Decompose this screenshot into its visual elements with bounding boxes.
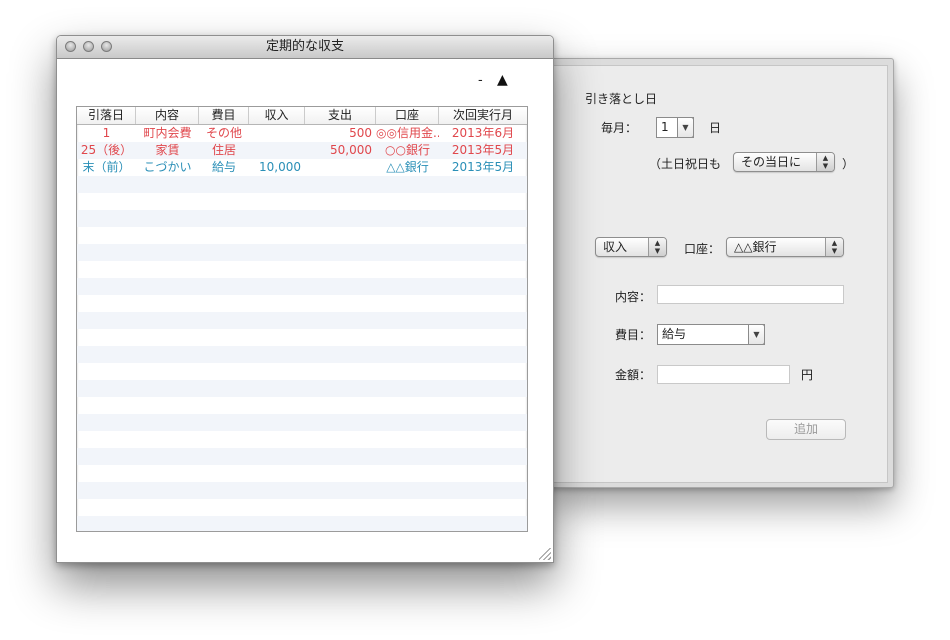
category-value: 給与 xyxy=(662,327,687,341)
table-row[interactable] xyxy=(77,312,527,329)
day-combo[interactable]: 1 ▼ xyxy=(656,117,694,138)
type-popup[interactable]: 収入 ▲ ▼ xyxy=(595,237,667,257)
withdrawal-day-heading: 引き落とし日 xyxy=(585,92,658,106)
holiday-popup[interactable]: その当日に ▲ ▼ xyxy=(733,152,835,172)
window-title: 定期的な収支 xyxy=(265,39,344,54)
column-header[interactable]: 収入 xyxy=(249,107,305,124)
column-header[interactable]: 内容 xyxy=(136,107,199,124)
table-row[interactable] xyxy=(77,448,527,465)
drawer-toggle-icon[interactable]: ▲ xyxy=(497,72,508,88)
table-row[interactable]: 25（後） 家賃 住居 50,000 ○○銀行 2013年5月 xyxy=(77,142,527,159)
table-row[interactable] xyxy=(77,363,527,380)
amount-input[interactable] xyxy=(657,365,790,384)
holiday-suffix-label: ） xyxy=(842,157,855,171)
account-popup[interactable]: △△銀行 ▲ ▼ xyxy=(726,237,844,257)
remove-button[interactable]: - xyxy=(478,73,483,88)
column-header[interactable]: 次回実行月 xyxy=(439,107,527,124)
holiday-prefix-label: （土日祝日も xyxy=(649,157,722,171)
table-row[interactable] xyxy=(77,346,527,363)
content-input[interactable] xyxy=(657,285,844,304)
table-cell-account: ◎◎信用金... xyxy=(376,126,439,140)
account-label: 口座： xyxy=(684,242,721,256)
column-header[interactable]: 引落日 xyxy=(77,107,136,124)
table-row[interactable] xyxy=(77,193,527,210)
monthly-label: 毎月： xyxy=(601,121,638,135)
table-cell-content: 町内会費 xyxy=(143,126,192,140)
chevron-down-icon[interactable]: ▼ xyxy=(677,117,694,138)
table-row[interactable]: 1 町内会費 その他 500 ◎◎信用金... 2013年6月 xyxy=(77,125,527,142)
column-header[interactable]: 支出 xyxy=(305,107,376,124)
table-cell-category: 住居 xyxy=(211,143,236,157)
table-cell-content: 家賃 xyxy=(155,143,180,157)
table-body: 1 町内会費 その他 500 ◎◎信用金... 2013年6月 25（後） 家賃 住居 50,00… xyxy=(77,125,527,531)
table-cell-day: 25（後） xyxy=(80,143,133,157)
drawer-content: 引き落とし日 毎月： 1 ▼ 日 （土日祝日も その当日に ▲ ▼ ） 収入 ▲ ▼… xyxy=(549,65,888,483)
table-row[interactable] xyxy=(77,397,527,414)
add-button[interactable]: 追加 xyxy=(766,419,846,440)
column-header[interactable]: 費目 xyxy=(199,107,249,124)
amount-unit-label: 円 xyxy=(801,368,814,382)
table-row[interactable] xyxy=(77,278,527,295)
category-label: 費目： xyxy=(615,328,652,342)
table-row[interactable] xyxy=(77,176,527,193)
table-row[interactable] xyxy=(77,482,527,499)
table-cell-category: 給与 xyxy=(211,160,236,174)
table-cell-income xyxy=(249,142,305,159)
table-row[interactable] xyxy=(77,261,527,278)
table-cell-day: 末（前） xyxy=(82,160,131,174)
category-combo[interactable]: 給与 ▼ xyxy=(657,324,765,345)
title-bar[interactable]: 定期的な収支 xyxy=(57,36,553,59)
table-cell-expense: 500 xyxy=(349,126,372,140)
settings-drawer: 引き落とし日 毎月： 1 ▼ 日 （土日祝日も その当日に ▲ ▼ ） 収入 ▲ ▼… xyxy=(548,58,894,488)
day-unit-label: 日 xyxy=(709,121,722,135)
table-row[interactable] xyxy=(77,227,527,244)
table-cell-next: 2013年6月 xyxy=(451,126,515,140)
table-row[interactable] xyxy=(77,380,527,397)
table-row[interactable] xyxy=(77,295,527,312)
table-row[interactable] xyxy=(77,499,527,516)
account-popup-value: △△銀行 xyxy=(734,240,777,254)
table-row[interactable] xyxy=(77,329,527,346)
chevron-down-icon[interactable]: ▼ xyxy=(748,324,765,345)
table-cell-content: こづかい xyxy=(143,160,192,174)
up-down-arrows-icon: ▲ ▼ xyxy=(816,153,834,171)
content-label: 内容： xyxy=(615,290,652,304)
table-cell-account: ○○銀行 xyxy=(385,143,430,157)
table-cell-next: 2013年5月 xyxy=(451,143,515,157)
amount-label: 金額： xyxy=(615,368,652,382)
table-row[interactable] xyxy=(77,431,527,448)
table-cell-expense xyxy=(305,159,376,176)
table-row[interactable] xyxy=(77,414,527,431)
table-cell-income: 10,000 xyxy=(259,160,301,174)
table-row[interactable]: 末（前） こづかい 給与 10,000 △△銀行 2013年5月 xyxy=(77,159,527,176)
table-cell-next: 2013年5月 xyxy=(451,160,515,174)
table-row[interactable] xyxy=(77,465,527,482)
holiday-popup-value: その当日に xyxy=(741,155,802,169)
table-cell-category: その他 xyxy=(205,126,242,140)
recurring-window: 定期的な収支 - ▲ 引落日 内容 費目 収入 支出 口座 次回実行月 1 町内会… xyxy=(56,35,554,563)
table-row[interactable] xyxy=(77,516,527,531)
up-down-arrows-icon: ▲ ▼ xyxy=(648,238,666,256)
table-cell-account: △△銀行 xyxy=(386,160,429,174)
table-row[interactable] xyxy=(77,244,527,261)
table-cell-expense: 50,000 xyxy=(330,143,372,157)
table-header: 引落日 内容 費目 収入 支出 口座 次回実行月 xyxy=(77,107,527,125)
column-header[interactable]: 口座 xyxy=(376,107,439,124)
up-down-arrows-icon: ▲ ▼ xyxy=(825,238,843,256)
recurring-table: 引落日 内容 費目 収入 支出 口座 次回実行月 1 町内会費 その他 500 ◎◎信用… xyxy=(76,106,528,532)
day-value: 1 xyxy=(661,120,669,134)
table-row[interactable] xyxy=(77,210,527,227)
table-cell-day: 1 xyxy=(102,126,111,140)
resize-grip-icon[interactable] xyxy=(539,548,551,560)
type-popup-value: 収入 xyxy=(603,240,628,254)
table-cell-income xyxy=(249,125,305,142)
